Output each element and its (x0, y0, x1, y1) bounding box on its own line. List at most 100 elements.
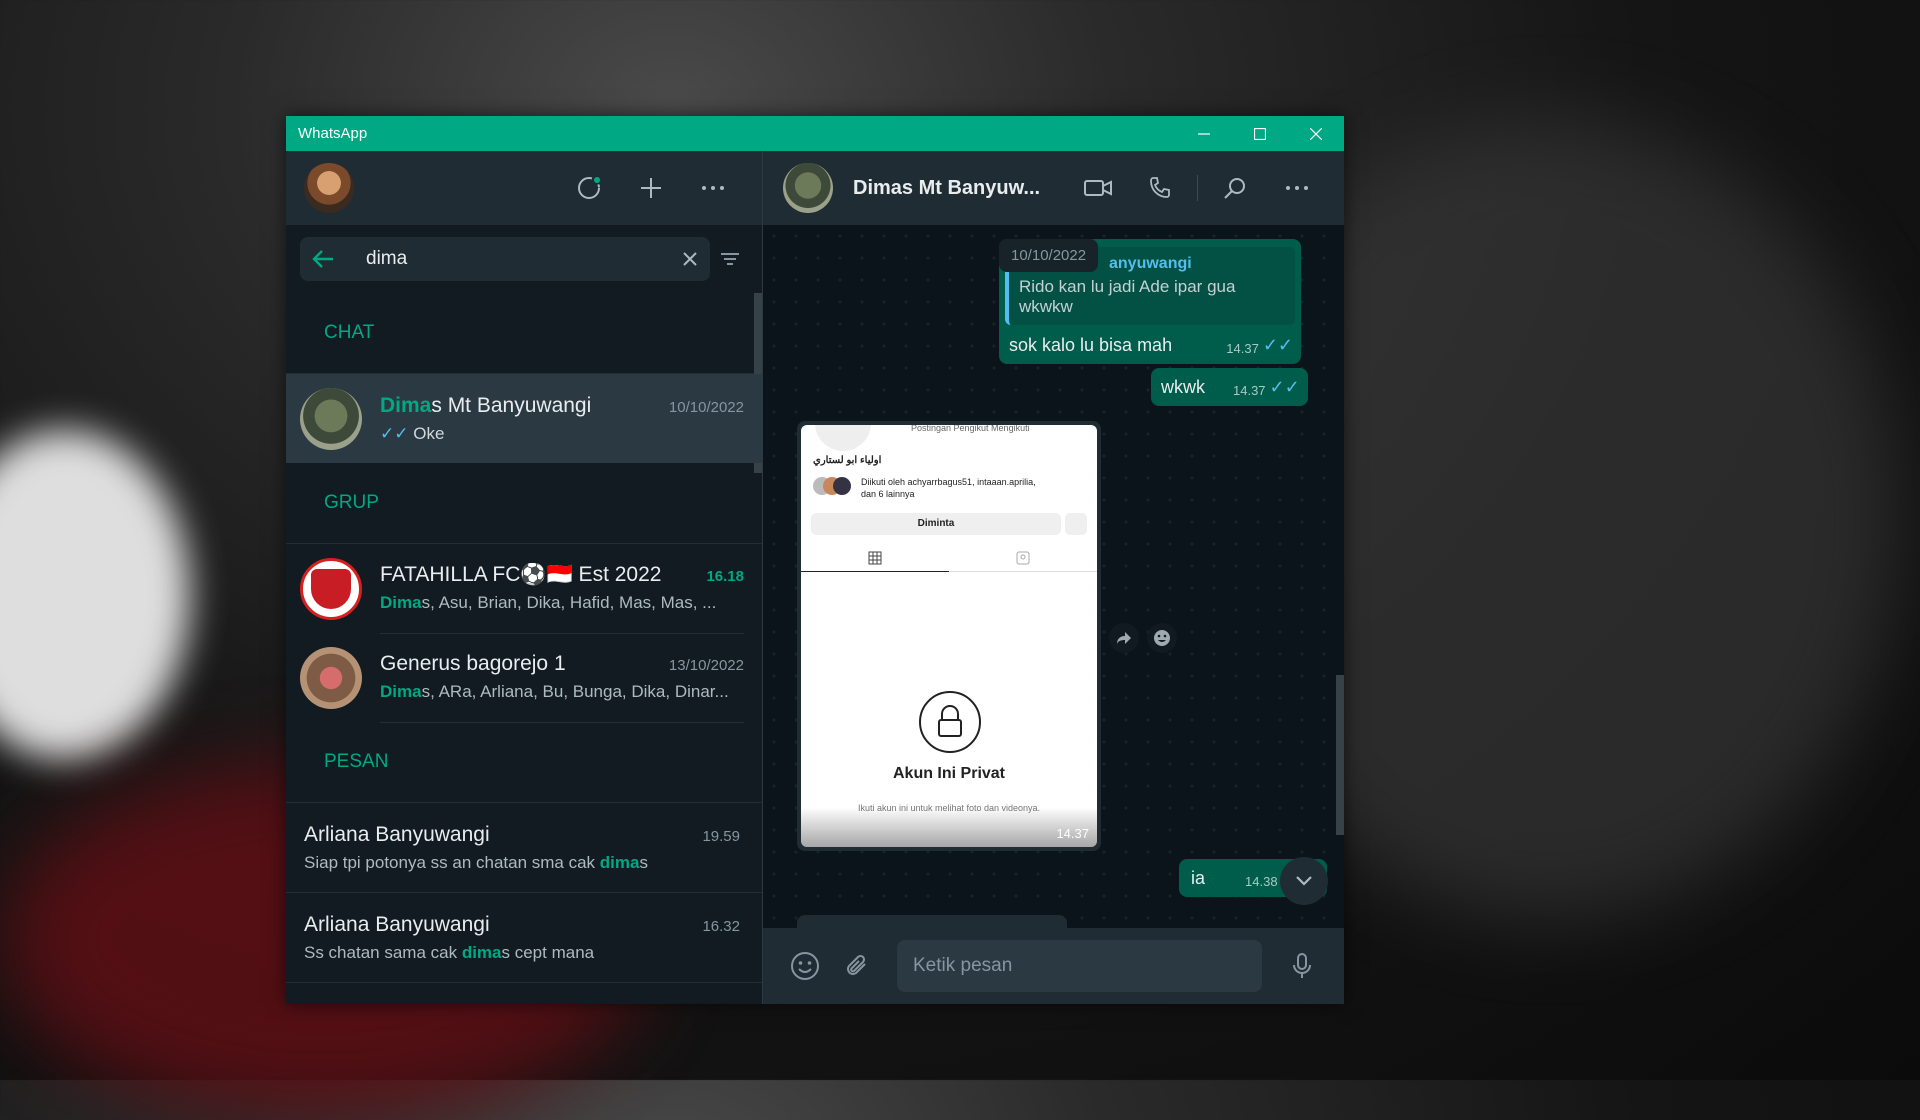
filter-button[interactable] (710, 251, 750, 267)
section-messages-label: PESAN (286, 722, 762, 803)
back-button[interactable] (312, 249, 348, 269)
emoji-icon (791, 952, 819, 980)
menu-button[interactable] (682, 151, 744, 225)
image-username: اولياء ابو لستاري (813, 455, 882, 466)
group-result-item[interactable]: Generus bagorejo 1 13/10/2022 Dimas, ARa… (286, 633, 762, 723)
attach-button[interactable] (831, 952, 883, 980)
group-avatar (300, 646, 362, 709)
group-name: Generus bagorejo 1 (380, 652, 566, 675)
search-box (300, 237, 710, 281)
quoted-text: Rido kan lu jadi Ade ipar gua wkwkw (1019, 277, 1236, 316)
image-add-person-button (1065, 513, 1087, 535)
image-follower-avatars (813, 477, 853, 495)
composer (763, 928, 1344, 1004)
close-icon (683, 252, 697, 266)
my-avatar[interactable] (304, 163, 354, 213)
message-time: 14.37 (1233, 383, 1266, 398)
whatsapp-window: WhatsApp dima CHAT Dimas Mt Banyuwangi 1… (286, 116, 1344, 1004)
more-horizontal-icon (1286, 186, 1308, 190)
new-chat-button[interactable] (620, 151, 682, 225)
lock-icon (919, 691, 981, 753)
contact-avatar[interactable] (783, 163, 833, 213)
chat-preview: Oke (413, 423, 445, 443)
message-sender: Arliana Banyuwangi (304, 912, 490, 936)
image-private-title: Akun Ini Privat (892, 765, 1006, 782)
message-sender: Arliana Banyuwangi (304, 822, 490, 846)
conversation-menu-button[interactable] (1266, 185, 1328, 191)
paperclip-icon (847, 954, 866, 975)
message-text: wkwk (1161, 377, 1205, 397)
phone-icon (1150, 177, 1170, 198)
voice-call-button[interactable] (1129, 176, 1191, 200)
emoji-button[interactable] (779, 951, 831, 981)
microphone-icon (1293, 953, 1311, 978)
message-input[interactable] (897, 940, 1262, 992)
background-white (0, 430, 190, 760)
react-button[interactable] (1147, 623, 1177, 653)
video-call-button[interactable] (1067, 179, 1129, 197)
chat-name: Dimas Mt Banyuwangi (380, 393, 592, 417)
maximize-button[interactable] (1232, 116, 1288, 151)
minimize-button[interactable] (1176, 116, 1232, 151)
message-text: ia (1191, 868, 1206, 888)
search-chat-button[interactable] (1204, 176, 1266, 200)
arrow-left-icon (312, 250, 333, 268)
grid-icon (868, 551, 882, 565)
scroll-to-bottom-button[interactable] (1280, 857, 1328, 905)
message-snippet: Ss chatan sama cak dimas cept mana (304, 942, 595, 962)
avatar (300, 387, 362, 450)
image-tab-grid (801, 547, 949, 572)
status-button[interactable] (558, 151, 620, 225)
image-requested-button: Diminta (811, 513, 1061, 535)
partial-message-bubble (797, 915, 1067, 928)
app-body: CHAT Dimas Mt Banyuwangi 10/10/2022 ✓✓ O… (286, 151, 1344, 1004)
filter-icon (721, 253, 739, 265)
clear-search-button[interactable] (682, 251, 698, 267)
conversation-header[interactable]: Dimas Mt Banyuw... (763, 151, 1344, 225)
read-ticks-icon: ✓✓ (380, 423, 409, 443)
video-camera-icon (1084, 180, 1112, 196)
image-preview[interactable]: Postingan Pengikut Mengikuti اولياء ابو … (801, 425, 1097, 847)
title-bar: WhatsApp (286, 116, 1344, 151)
voice-message-button[interactable] (1276, 952, 1328, 980)
message-result-item[interactable]: Arliana Banyuwangi 16.32 Ss chatan sama … (286, 893, 762, 983)
search-icon (1224, 178, 1245, 199)
group-result-item[interactable]: FATAHILLA FC⚽🇮🇩 Est 2022 16.18 Dimas, As… (286, 544, 762, 634)
close-button[interactable] (1288, 116, 1344, 151)
group-time: 13/10/2022 (668, 657, 744, 674)
status-icon (578, 177, 600, 199)
read-ticks-icon: ✓✓ (1269, 377, 1300, 397)
group-avatar (300, 557, 362, 620)
chat-time: 10/10/2022 (668, 398, 744, 416)
image-tab-tagged (949, 547, 1097, 572)
group-name: FATAHILLA FC⚽🇮🇩 Est 2022 (380, 563, 662, 586)
search-results: CHAT Dimas Mt Banyuwangi 10/10/2022 ✓✓ O… (286, 293, 762, 1004)
left-pane: CHAT Dimas Mt Banyuwangi 10/10/2022 ✓✓ O… (286, 151, 763, 1004)
header-divider (1197, 175, 1198, 201)
message-time: 14.37 (1226, 341, 1259, 356)
conversation-area[interactable]: anyuwangi Rido kan lu jadi Ade ipar gua … (763, 225, 1344, 928)
plus-icon (641, 178, 661, 198)
conversation-scrollbar[interactable] (1336, 675, 1344, 835)
message-result-item[interactable]: Arliana Banyuwangi 19.59 Siap tpi potony… (286, 803, 762, 893)
image-profile-circle (815, 425, 871, 451)
forward-icon (1117, 632, 1131, 644)
message-time: 16.32 (702, 917, 740, 935)
group-time: 16.18 (706, 568, 744, 585)
image-message[interactable]: Postingan Pengikut Mengikuti اولياء ابو … (797, 421, 1101, 851)
window-title: WhatsApp (298, 125, 368, 142)
forward-button[interactable] (1109, 623, 1139, 653)
chat-result-item[interactable]: Dimas Mt Banyuwangi 10/10/2022 ✓✓ Oke (286, 374, 762, 463)
section-group-label: GRUP (286, 463, 762, 544)
message-time: 19.59 (702, 827, 740, 845)
date-chip: 10/10/2022 (999, 239, 1099, 272)
image-followed-by-2: dan 6 lainnya (861, 489, 915, 499)
search-input[interactable] (364, 247, 682, 271)
left-header (286, 151, 762, 225)
maximize-icon (1254, 127, 1266, 140)
message-bubble[interactable]: wkwk 14.37 ✓✓ (1151, 368, 1308, 406)
conversation-pane: Dimas Mt Banyuw... anyuwangi Rido kan lu… (763, 151, 1344, 1004)
search-row (286, 225, 762, 293)
message-time: 14.38 (1245, 874, 1278, 889)
contact-name[interactable]: Dimas Mt Banyuw... (853, 177, 1067, 200)
